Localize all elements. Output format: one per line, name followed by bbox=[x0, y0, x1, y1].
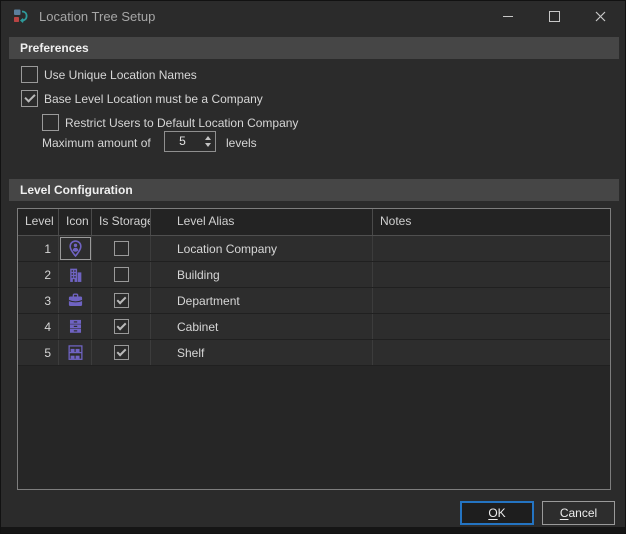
level-alias-cell[interactable]: Cabinet bbox=[151, 314, 373, 339]
window-bottom-edge bbox=[1, 527, 625, 533]
minimize-button[interactable] bbox=[485, 1, 531, 31]
is-storage-checkbox[interactable] bbox=[114, 345, 129, 360]
checkbox[interactable] bbox=[42, 114, 59, 131]
icon-cell[interactable] bbox=[59, 314, 92, 339]
table-row: 3 Department bbox=[18, 288, 610, 314]
preference-row: Restrict Users to Default Location Compa… bbox=[42, 114, 298, 131]
spinner-down-icon[interactable] bbox=[205, 143, 211, 147]
is-storage-checkbox[interactable] bbox=[114, 293, 129, 308]
column-header-icon[interactable]: Icon bbox=[59, 209, 92, 235]
max-levels-spinner[interactable]: 5 bbox=[164, 131, 216, 152]
icon-cell[interactable] bbox=[59, 288, 92, 313]
column-header-level[interactable]: Level bbox=[18, 209, 59, 235]
table-row: 2 Building bbox=[18, 262, 610, 288]
level-cell[interactable]: 1 bbox=[18, 236, 59, 261]
drawer-cabinet-icon bbox=[67, 318, 84, 335]
table-row: 4 Cabinet bbox=[18, 314, 610, 340]
checkbox[interactable] bbox=[21, 90, 38, 107]
level-cell[interactable]: 5 bbox=[18, 340, 59, 365]
level-cell[interactable]: 2 bbox=[18, 262, 59, 287]
notes-cell[interactable] bbox=[373, 314, 610, 339]
icon-cell[interactable] bbox=[59, 236, 92, 261]
is-storage-cell bbox=[92, 262, 151, 287]
building-icon bbox=[67, 266, 84, 283]
shelf-rack-icon bbox=[67, 344, 84, 361]
max-levels-label-after: levels bbox=[226, 136, 257, 150]
checkbox-label: Use Unique Location Names bbox=[44, 68, 197, 82]
level-configuration-table: LevelIconIs StorageLevel AliasNotes 1 Loc… bbox=[17, 208, 611, 490]
checkbox-label: Base Level Location must be a Company bbox=[44, 92, 263, 106]
level-alias-cell[interactable]: Location Company bbox=[151, 236, 373, 261]
icon-cell[interactable] bbox=[59, 340, 92, 365]
is-storage-checkbox[interactable] bbox=[114, 241, 129, 256]
level-cell[interactable]: 4 bbox=[18, 314, 59, 339]
person-location-pin-icon bbox=[67, 240, 84, 257]
titlebar: Location Tree Setup bbox=[1, 1, 625, 31]
notes-cell[interactable] bbox=[373, 288, 610, 313]
is-storage-checkbox[interactable] bbox=[114, 267, 129, 282]
max-levels-label-before: Maximum amount of bbox=[42, 136, 151, 150]
level-alias-cell[interactable]: Building bbox=[151, 262, 373, 287]
notes-cell[interactable] bbox=[373, 236, 610, 261]
ok-button[interactable]: OK bbox=[460, 501, 534, 525]
is-storage-cell bbox=[92, 340, 151, 365]
column-header-notes[interactable]: Notes bbox=[373, 209, 610, 235]
level-alias-cell[interactable]: Department bbox=[151, 288, 373, 313]
preferences-section-header: Preferences bbox=[9, 37, 619, 59]
column-header-level-alias[interactable]: Level Alias bbox=[151, 209, 373, 235]
column-header-is-storage[interactable]: Is Storage bbox=[92, 209, 151, 235]
preferences-header-label: Preferences bbox=[20, 41, 89, 55]
close-button[interactable] bbox=[577, 1, 623, 31]
table-header-row: LevelIconIs StorageLevel AliasNotes bbox=[18, 209, 610, 236]
briefcase-icon bbox=[67, 292, 84, 309]
cancel-button[interactable]: Cancel bbox=[542, 501, 615, 525]
location-tree-app-icon bbox=[13, 8, 29, 24]
level-configuration-header-label: Level Configuration bbox=[20, 183, 133, 197]
notes-cell[interactable] bbox=[373, 340, 610, 365]
minimize-icon bbox=[503, 16, 513, 17]
table-body: 1 Location Company 2 Building 3 Department 4 Ca… bbox=[18, 236, 610, 366]
maximize-button[interactable] bbox=[531, 1, 577, 31]
table-row: 5 Shelf bbox=[18, 340, 610, 366]
close-icon bbox=[595, 11, 606, 22]
table-row: 1 Location Company bbox=[18, 236, 610, 262]
notes-cell[interactable] bbox=[373, 262, 610, 287]
max-levels-value[interactable]: 5 bbox=[165, 132, 200, 151]
level-configuration-section-header: Level Configuration bbox=[9, 179, 619, 201]
window-title: Location Tree Setup bbox=[39, 9, 155, 24]
is-storage-cell bbox=[92, 314, 151, 339]
is-storage-cell bbox=[92, 288, 151, 313]
preference-row: Base Level Location must be a Company bbox=[21, 90, 298, 107]
icon-cell[interactable] bbox=[59, 262, 92, 287]
preferences-checkbox-group: Use Unique Location Names Base Level Loca… bbox=[21, 66, 298, 131]
location-tree-setup-dialog: Location Tree Setup Preferences Use Uniq… bbox=[0, 0, 626, 534]
checkbox[interactable] bbox=[21, 66, 38, 83]
level-cell[interactable]: 3 bbox=[18, 288, 59, 313]
is-storage-cell bbox=[92, 236, 151, 261]
spinner-arrows bbox=[200, 132, 215, 151]
window-controls bbox=[485, 1, 623, 31]
maximize-icon bbox=[549, 11, 560, 22]
is-storage-checkbox[interactable] bbox=[114, 319, 129, 334]
spinner-up-icon[interactable] bbox=[205, 136, 211, 140]
checkbox-label: Restrict Users to Default Location Compa… bbox=[65, 116, 298, 130]
level-alias-cell[interactable]: Shelf bbox=[151, 340, 373, 365]
preference-row: Use Unique Location Names bbox=[21, 66, 298, 83]
